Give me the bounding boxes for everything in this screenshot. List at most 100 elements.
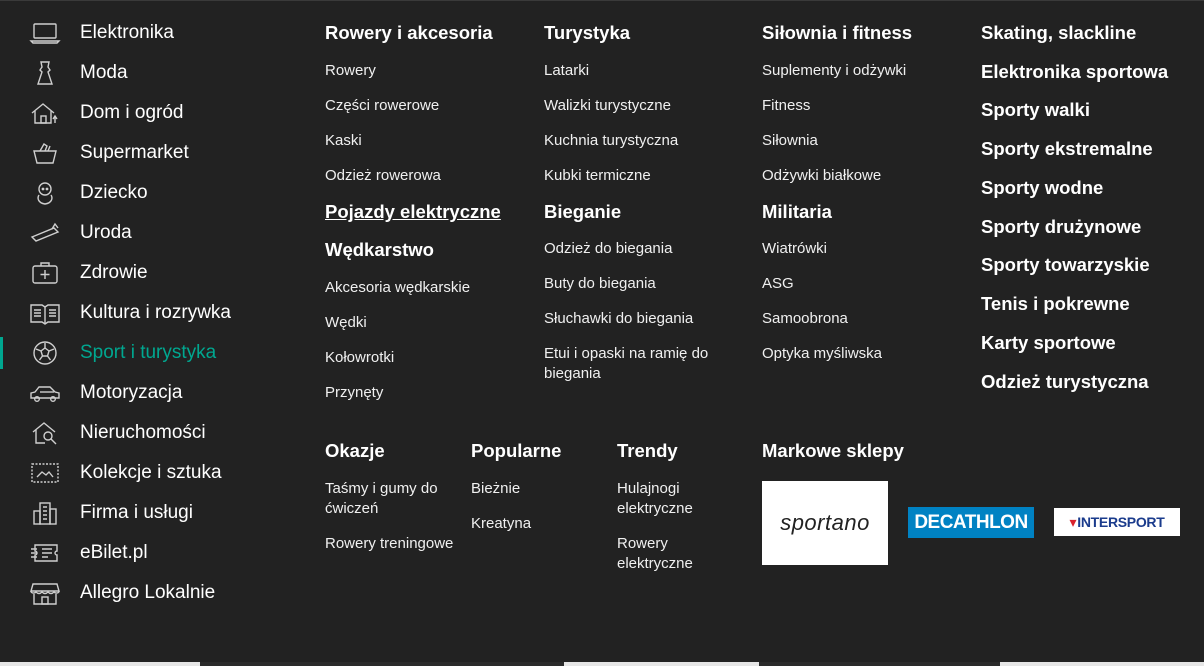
- link-rowery[interactable]: Rowery: [325, 61, 376, 81]
- heading-sporty-walki[interactable]: Sporty walki: [981, 99, 1090, 121]
- sportano-logo-text: sportano: [780, 510, 870, 535]
- heading-sporty-druzynowe[interactable]: Sporty drużynowe: [981, 216, 1141, 238]
- heading-wedkarstwo[interactable]: Wędkarstwo: [325, 239, 434, 261]
- link-rowery-elektryczne[interactable]: Rowery elektryczne: [617, 534, 717, 574]
- stamp-icon: [28, 461, 62, 485]
- brand-logo-decathlon[interactable]: DECATHLON: [908, 507, 1034, 538]
- link-hulajnogi-elektryczne[interactable]: Hulajnogi elektryczne: [617, 479, 717, 519]
- sidebar-item-label: eBilet.pl: [80, 542, 148, 563]
- house-search-icon: [28, 421, 62, 445]
- link-sluchawki-do-biegania[interactable]: Słuchawki do biegania: [544, 309, 693, 329]
- link-optyka-mysliwska[interactable]: Optyka myśliwska: [762, 344, 882, 364]
- sidebar-item-label: Supermarket: [80, 142, 189, 163]
- sidebar-item-kultura-i-rozrywka[interactable]: Kultura i rozrywka: [0, 293, 300, 333]
- heading-okazje[interactable]: Okazje: [325, 440, 385, 462]
- link-wedki[interactable]: Wędki: [325, 313, 367, 333]
- link-kuchnia-turystyczna[interactable]: Kuchnia turystyczna: [544, 131, 678, 151]
- heading-markowe-sklepy[interactable]: Markowe sklepy: [762, 440, 904, 462]
- brand-logo-intersport[interactable]: ▾ INTERSPORT: [1054, 508, 1180, 536]
- intersport-logo-mark: ▾: [1069, 513, 1077, 530]
- heading-militaria[interactable]: Militaria: [762, 201, 832, 223]
- sidebar-item-supermarket[interactable]: Supermarket: [0, 133, 300, 173]
- sidebar-item-label: Uroda: [80, 222, 132, 243]
- sidebar-item-sport-i-turystyka[interactable]: Sport i turystyka: [0, 333, 300, 373]
- sidebar-item-elektronika[interactable]: Elektronika: [0, 13, 300, 53]
- sidebar-item-label: Nieruchomości: [80, 422, 206, 443]
- brand-logo-sportano[interactable]: sportano: [762, 481, 888, 565]
- link-biezne[interactable]: Bieżnie: [471, 479, 520, 499]
- sidebar-item-zdrowie[interactable]: Zdrowie: [0, 253, 300, 293]
- heading-elektronika-sportowa[interactable]: Elektronika sportowa: [981, 61, 1168, 83]
- house-icon: [28, 101, 62, 125]
- sidebar-item-label: Moda: [80, 62, 128, 83]
- link-etui-i-opaski[interactable]: Etui i opaski na ramię do biegania: [544, 344, 724, 384]
- strip-segment: [0, 662, 200, 666]
- heading-skating-slackline[interactable]: Skating, slackline: [981, 22, 1136, 44]
- sidebar-item-uroda[interactable]: Uroda: [0, 213, 300, 253]
- baby-icon: [28, 181, 62, 205]
- link-akcesoria-wedkarskie[interactable]: Akcesoria wędkarskie: [325, 278, 470, 298]
- heading-sporty-ekstremalne[interactable]: Sporty ekstremalne: [981, 138, 1153, 160]
- strip-segment: [564, 662, 759, 666]
- football-icon: [28, 341, 62, 365]
- link-tasmy-i-gumy[interactable]: Taśmy i gumy do ćwiczeń: [325, 479, 455, 519]
- heading-odziez-turystyczna[interactable]: Odzież turystyczna: [981, 371, 1149, 393]
- link-kaski[interactable]: Kaski: [325, 131, 362, 151]
- sidebar-item-label: Kolekcje i sztuka: [80, 462, 222, 483]
- link-kreatyna[interactable]: Kreatyna: [471, 514, 531, 534]
- heading-bieganie[interactable]: Bieganie: [544, 201, 621, 223]
- sidebar-item-kolekcje-i-sztuka[interactable]: Kolekcje i sztuka: [0, 453, 300, 493]
- link-fitness[interactable]: Fitness: [762, 96, 810, 116]
- heading-silownia-i-fitness[interactable]: Siłownia i fitness: [762, 22, 912, 44]
- link-asg[interactable]: ASG: [762, 274, 794, 294]
- heading-popularne[interactable]: Popularne: [471, 440, 561, 462]
- link-walizki-turystyczne[interactable]: Walizki turystyczne: [544, 96, 671, 116]
- sidebar-item-allegro-lokalnie[interactable]: Allegro Lokalnie: [0, 573, 300, 613]
- laptop-icon: [28, 21, 62, 45]
- sidebar-item-firma-i-uslugi[interactable]: Firma i usługi: [0, 493, 300, 533]
- heading-tenis-i-pokrewne[interactable]: Tenis i pokrewne: [981, 293, 1130, 315]
- sidebar-item-label: Elektronika: [80, 22, 174, 43]
- link-wiatrowki[interactable]: Wiatrówki: [762, 239, 827, 259]
- sidebar-item-moda[interactable]: Moda: [0, 53, 300, 93]
- link-odziez-rowerowa[interactable]: Odzież rowerowa: [325, 166, 441, 186]
- link-odziez-do-biegania[interactable]: Odzież do biegania: [544, 239, 672, 259]
- heading-trendy[interactable]: Trendy: [617, 440, 678, 462]
- link-buty-do-biegania[interactable]: Buty do biegania: [544, 274, 656, 294]
- strip-segment: [1000, 662, 1204, 666]
- decathlon-logo-text: DECATHLON: [914, 511, 1028, 533]
- link-samoobrona[interactable]: Samoobrona: [762, 309, 848, 329]
- sidebar-item-ebilet[interactable]: eBilet.pl: [0, 533, 300, 573]
- link-czesci-rowerowe[interactable]: Części rowerowe: [325, 96, 439, 116]
- heading-sporty-wodne[interactable]: Sporty wodne: [981, 177, 1103, 199]
- link-odzywki-bialkowe[interactable]: Odżywki białkowe: [762, 166, 881, 186]
- link-przynety[interactable]: Przynęty: [325, 383, 383, 403]
- sidebar-item-label: Firma i usługi: [80, 502, 193, 523]
- link-silownia[interactable]: Siłownia: [762, 131, 818, 151]
- heading-pojazdy-elektryczne[interactable]: Pojazdy elektryczne: [325, 201, 501, 223]
- sidebar-item-label: Kultura i rozrywka: [80, 302, 231, 323]
- sidebar-item-dom-i-ogrod[interactable]: Dom i ogród: [0, 93, 300, 133]
- link-rowery-treningowe[interactable]: Rowery treningowe: [325, 534, 455, 554]
- link-latarki[interactable]: Latarki: [544, 61, 589, 81]
- sidebar-item-label: Zdrowie: [80, 262, 148, 283]
- heading-turystyka[interactable]: Turystyka: [544, 22, 630, 44]
- ticket-icon: [28, 541, 62, 565]
- link-kolowrotki[interactable]: Kołowrotki: [325, 348, 394, 368]
- sidebar-item-label: Dom i ogród: [80, 102, 184, 123]
- sidebar-item-label: Motoryzacja: [80, 382, 183, 403]
- first-aid-icon: [28, 261, 62, 285]
- dress-icon: [28, 61, 62, 85]
- basket-icon: [28, 141, 62, 165]
- office-building-icon: [28, 501, 62, 525]
- sidebar-item-nieruchomosci[interactable]: Nieruchomości: [0, 413, 300, 453]
- heading-karty-sportowe[interactable]: Karty sportowe: [981, 332, 1116, 354]
- heading-rowery-i-akcesoria[interactable]: Rowery i akcesoria: [325, 22, 493, 44]
- heading-sporty-towarzyskie[interactable]: Sporty towarzyskie: [981, 254, 1150, 276]
- link-suplementy-i-odzywki[interactable]: Suplementy i odżywki: [762, 61, 906, 81]
- sidebar-item-dziecko[interactable]: Dziecko: [0, 173, 300, 213]
- lipstick-icon: [28, 221, 62, 245]
- link-kubki-termiczne[interactable]: Kubki termiczne: [544, 166, 651, 186]
- sidebar-item-label: Allegro Lokalnie: [80, 582, 216, 603]
- sidebar-item-motoryzacja[interactable]: Motoryzacja: [0, 373, 300, 413]
